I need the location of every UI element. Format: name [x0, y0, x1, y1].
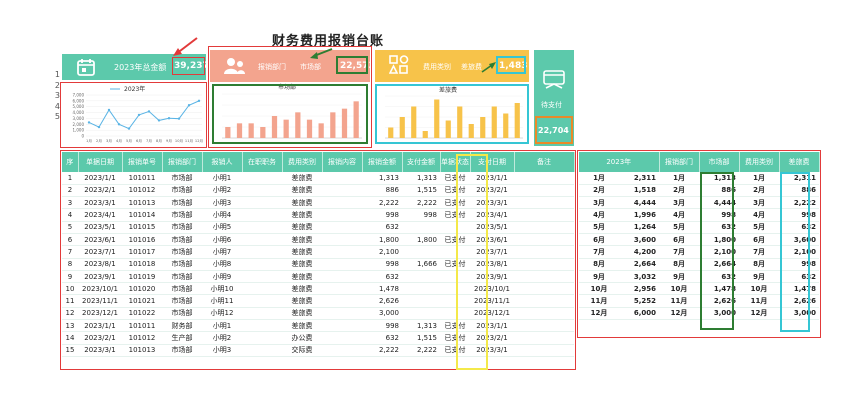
data-point [187, 104, 191, 107]
spreadsheet-sheet: 财务费用报销台账 1 2 3 4 5 2023年总金额 39,237 报销部门 [0, 0, 848, 408]
y-tick-label: 4,000 [73, 110, 85, 115]
highlight-box [172, 57, 205, 75]
grid-icon [389, 55, 409, 74]
row-number[interactable]: 3 [50, 91, 60, 102]
x-tick-label: 1月 [86, 138, 92, 143]
y-tick-label: 7,000 [73, 93, 85, 98]
highlight-box [212, 84, 368, 144]
x-tick-label: 12月 [195, 138, 203, 143]
arrow-annotation [173, 37, 198, 56]
calendar-icon [77, 59, 95, 76]
highlight-box [700, 172, 734, 330]
y-tick-label: 5,000 [73, 104, 85, 109]
y-tick-label: 3,000 [73, 116, 85, 121]
y-tick-label: 6,000 [73, 98, 85, 103]
row-number[interactable]: 1 [50, 70, 60, 81]
x-tick-label: 5月 [126, 138, 132, 143]
y-tick-label: 2,000 [73, 122, 85, 127]
x-tick-label: 7月 [146, 138, 152, 143]
data-point [157, 119, 161, 122]
arrow-annotation [481, 62, 496, 73]
row-number[interactable]: 5 [50, 112, 60, 123]
x-tick-label: 3月 [106, 138, 112, 143]
x-tick-label: 9月 [166, 138, 172, 143]
data-point [117, 123, 121, 126]
data-point [177, 117, 181, 120]
data-point [167, 117, 171, 120]
y-tick-label: 0 [81, 134, 84, 139]
category-label: 费用类别 [423, 63, 451, 71]
line-chart-svg: 2023年 01,0002,0003,0004,0005,0006,0007,0… [73, 85, 204, 143]
row-number[interactable]: 4 [50, 102, 60, 113]
data-point [147, 110, 151, 113]
data-point [97, 125, 101, 129]
data-point [137, 113, 141, 117]
data-point [197, 99, 201, 103]
x-tick-label: 4月 [116, 138, 122, 143]
row-number-gutter: 1 2 3 4 5 [50, 70, 60, 123]
total-amount-label: 2023年总金额 [114, 63, 167, 72]
category-name[interactable]: 差旅费 [461, 62, 482, 72]
highlight-box [375, 84, 529, 144]
x-tick-label: 8月 [156, 138, 162, 143]
x-tick-label: 10月 [175, 138, 183, 143]
data-point [107, 108, 111, 112]
data-point [127, 127, 131, 130]
y-tick-label: 1,000 [73, 128, 85, 133]
data-point [87, 121, 91, 124]
highlight-box [535, 116, 573, 144]
table-frame [60, 150, 576, 370]
pending-label: 待支付 [541, 101, 562, 109]
x-tick-label: 11月 [185, 138, 193, 143]
x-tick-label: 6月 [136, 138, 142, 143]
payment-icon [543, 70, 565, 89]
x-tick-label: 2月 [96, 138, 102, 143]
highlight-box [496, 56, 526, 74]
line-chart: 2023年 0 1,000 2,000 3,000 4,000 5,000 6,000 7,0… [62, 84, 205, 146]
line-chart-title: 2023年 [124, 85, 145, 93]
status-highlight [456, 154, 488, 370]
highlight-box [780, 172, 810, 332]
row-number[interactable]: 2 [50, 81, 60, 92]
